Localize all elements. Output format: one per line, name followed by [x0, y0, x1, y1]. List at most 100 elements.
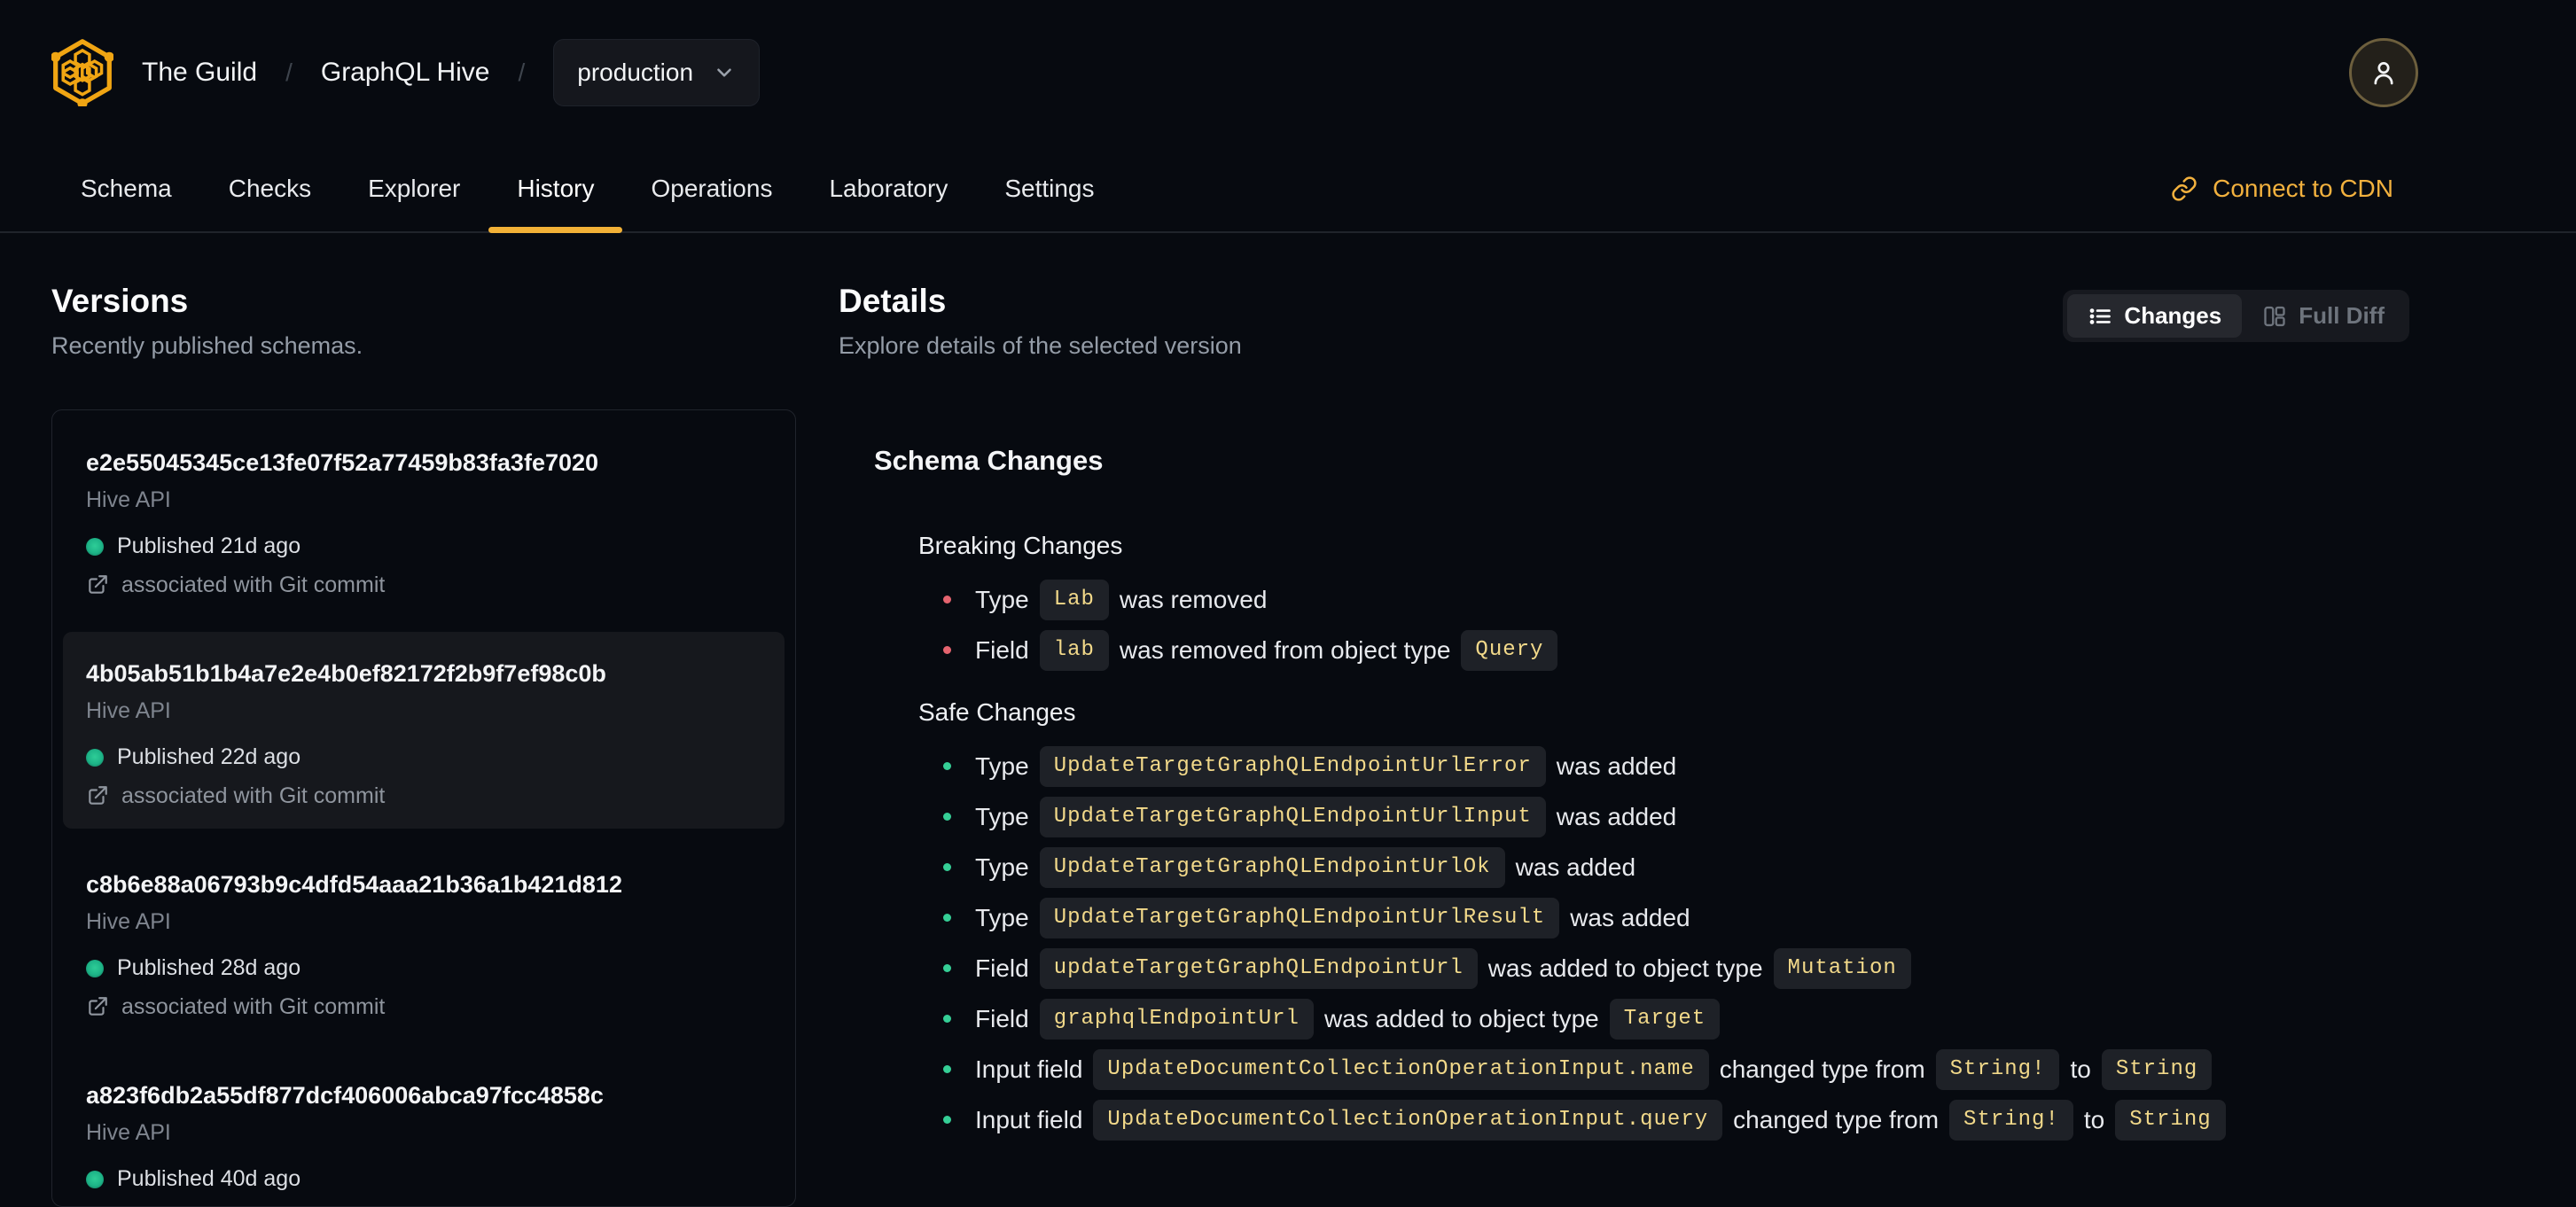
safe-bullet-icon [943, 813, 951, 821]
connect-cdn-link[interactable]: Connect to CDN [2171, 145, 2393, 231]
version-list-item[interactable]: c8b6e88a06793b9c4dfd54aaa21b36a1b421d812… [63, 843, 785, 1040]
code-badge: Lab [1040, 580, 1109, 620]
change-item: TypeLabwas removed [943, 574, 2409, 625]
external-link-icon [86, 784, 109, 807]
primary-nav: Schema Checks Explorer History Operation… [52, 145, 1123, 231]
code-badge: updateTargetGraphQLEndpointUrl [1040, 948, 1478, 989]
split-columns-icon [2262, 304, 2287, 329]
version-hash: a823f6db2a55df877dcf406006abca97fcc4858c [86, 1082, 761, 1109]
breadcrumb-project[interactable]: GraphQL Hive [321, 58, 490, 88]
code-badge: Query [1461, 630, 1557, 671]
nav-tab-label: Settings [1004, 175, 1094, 203]
change-text: changed type from [1733, 1106, 1939, 1134]
target-selector-value: production [577, 58, 693, 87]
change-list: TypeLabwas removedFieldlabwas removed fr… [918, 574, 2409, 675]
main-content: Versions Recently published schemas. e2e… [0, 233, 2576, 1207]
full-diff-toggle-label: Full Diff [2299, 302, 2385, 330]
code-badge: UpdateTargetGraphQLEndpointUrlError [1040, 746, 1546, 787]
full-diff-toggle-button[interactable]: Full Diff [2242, 294, 2405, 338]
nav-tab-label: History [517, 175, 594, 203]
published-label: Published 22d ago [117, 746, 301, 768]
published-status-dot [86, 749, 104, 767]
change-item: Input fieldUpdateDocumentCollectionOpera… [943, 1044, 2409, 1094]
change-section: Safe Changes TypeUpdateTargetGraphQLEndp… [918, 698, 2409, 1145]
published-status-dot [86, 960, 104, 977]
code-badge: UpdateDocumentCollectionOperationInput.n… [1093, 1049, 1708, 1090]
details-panel: Details Explore details of the selected … [796, 283, 2576, 1207]
version-hash: 4b05ab51b1b4a7e2e4b0ef82172f2b9f7ef98c0b [86, 660, 761, 687]
version-hash: c8b6e88a06793b9c4dfd54aaa21b36a1b421d812 [86, 871, 761, 898]
change-text: Type [975, 853, 1029, 882]
version-list: e2e55045345ce13fe07f52a77459b83fa3fe7020… [51, 409, 796, 1207]
change-text: Type [975, 803, 1029, 831]
code-badge: String! [1936, 1049, 2060, 1090]
versions-subtitle: Recently published schemas. [51, 332, 796, 360]
code-badge: String [2102, 1049, 2212, 1090]
nav-tab-history[interactable]: History [488, 145, 622, 231]
change-section-title: Breaking Changes [918, 532, 2409, 560]
change-section: Breaking Changes TypeLabwas removedField… [918, 532, 2409, 675]
code-badge: UpdateTargetGraphQLEndpointUrlResult [1040, 898, 1559, 938]
change-item: TypeUpdateTargetGraphQLEndpointUrlOkwas … [943, 842, 2409, 892]
version-list-item[interactable]: e2e55045345ce13fe07f52a77459b83fa3fe7020… [63, 421, 785, 618]
versions-title: Versions [51, 283, 796, 320]
published-status-dot [86, 538, 104, 556]
version-service-name: Hive API [86, 910, 761, 934]
change-text: Field [975, 1005, 1029, 1033]
version-list-item[interactable]: a823f6db2a55df877dcf406006abca97fcc4858c… [63, 1054, 785, 1207]
details-title: Details [839, 283, 1242, 320]
changes-toggle-button[interactable]: Changes [2067, 294, 2242, 338]
target-selector[interactable]: production [553, 39, 760, 106]
safe-bullet-icon [943, 762, 951, 770]
change-item: Fieldlabwas removed from object typeQuer… [943, 625, 2409, 675]
hive-logo-icon[interactable] [51, 39, 113, 106]
chain-link-icon [2171, 175, 2197, 202]
breaking-bullet-icon [943, 646, 951, 654]
git-commit-link[interactable]: associated with Git commit [86, 995, 761, 1018]
git-commit-label: associated with Git commit [121, 996, 385, 1018]
version-list-item[interactable]: 4b05ab51b1b4a7e2e4b0ef82172f2b9f7ef98c0b… [63, 632, 785, 829]
details-subtitle: Explore details of the selected version [839, 332, 1242, 360]
breadcrumb: The Guild / GraphQL Hive / production [142, 39, 760, 106]
published-label: Published 21d ago [117, 535, 301, 557]
change-text: to [2070, 1055, 2090, 1084]
nav-tab-schema[interactable]: Schema [52, 145, 200, 231]
safe-bullet-icon [943, 1065, 951, 1073]
primary-nav-bar: Schema Checks Explorer History Operation… [0, 145, 2576, 233]
top-header: The Guild / GraphQL Hive / production [0, 0, 2576, 145]
code-badge: graphqlEndpointUrl [1040, 999, 1314, 1040]
safe-bullet-icon [943, 1116, 951, 1124]
nav-tab-operations[interactable]: Operations [622, 145, 800, 231]
nav-tab-explorer[interactable]: Explorer [340, 145, 488, 231]
code-badge: Target [1610, 999, 1720, 1040]
nav-tab-settings[interactable]: Settings [976, 145, 1122, 231]
version-service-name: Hive API [86, 1121, 761, 1145]
breaking-bullet-icon [943, 596, 951, 604]
code-badge: String! [1949, 1100, 2073, 1141]
git-commit-link[interactable]: associated with Git commit [86, 784, 761, 807]
git-commit-link[interactable]: associated with Git commit [86, 573, 761, 596]
change-text: was added [1557, 803, 1676, 831]
nav-tab-checks[interactable]: Checks [200, 145, 340, 231]
nav-tab-label: Operations [651, 175, 772, 203]
connect-cdn-label: Connect to CDN [2213, 175, 2393, 203]
change-text: was added [1557, 752, 1676, 781]
external-link-icon [86, 573, 109, 596]
change-item: Input fieldUpdateDocumentCollectionOpera… [943, 1094, 2409, 1145]
published-label: Published 28d ago [117, 957, 301, 979]
change-list: Type UpdateTargetGraphQLEndpointUrlError w… [918, 741, 2409, 1145]
change-text: Type [975, 904, 1029, 932]
user-avatar[interactable] [2349, 38, 2418, 107]
chevron-down-icon [713, 61, 736, 84]
safe-bullet-icon [943, 964, 951, 972]
version-hash: e2e55045345ce13fe07f52a77459b83fa3fe7020 [86, 449, 761, 476]
breadcrumb-org[interactable]: The Guild [142, 58, 257, 88]
person-icon [2367, 56, 2400, 90]
safe-bullet-icon [943, 863, 951, 871]
nav-tab-laboratory[interactable]: Laboratory [800, 145, 976, 231]
change-text: Type [975, 752, 1029, 781]
code-badge: UpdateTargetGraphQLEndpointUrlInput [1040, 797, 1546, 837]
change-text: was added to object type [1324, 1005, 1599, 1033]
change-text: was added [1570, 904, 1690, 932]
change-text: to [2084, 1106, 2104, 1134]
